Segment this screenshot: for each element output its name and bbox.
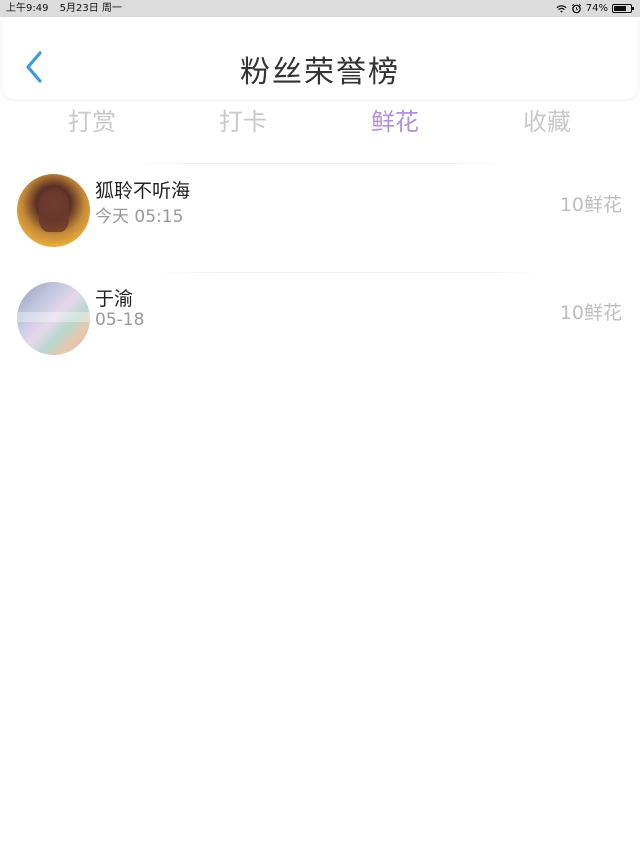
status-right: 74% xyxy=(556,0,634,17)
alarm-icon xyxy=(571,3,581,14)
fan-name: 狐聆不听海 xyxy=(95,180,191,202)
avatar xyxy=(17,282,90,355)
status-left: 上午9:49 5月23日 周一 xyxy=(6,0,130,17)
wifi-icon xyxy=(556,5,567,13)
fan-time: 05-18 xyxy=(95,310,145,330)
tab-flowers[interactable]: 鲜花 xyxy=(355,104,435,140)
page-title: 粉丝荣誉榜 xyxy=(240,55,400,90)
tab-bar: 打赏 打卡 鲜花 收藏 xyxy=(0,104,640,144)
battery-icon xyxy=(612,4,634,13)
fan-amount: 10鲜花 xyxy=(559,302,622,324)
status-bar: 上午9:49 5月23日 周一 74% xyxy=(0,0,640,17)
fan-name: 于渝 xyxy=(95,288,134,310)
fan-time: 今天 05:15 xyxy=(95,207,184,227)
status-date: 5月23日 周一 xyxy=(59,3,122,14)
fan-list-item[interactable]: 狐聆不听海 今天 05:15 10鲜花 xyxy=(0,164,640,264)
avatar-shine xyxy=(17,312,90,322)
tab-reward[interactable]: 打赏 xyxy=(52,104,132,140)
status-time: 上午9:49 xyxy=(6,3,49,14)
battery-fill xyxy=(614,6,626,11)
avatar xyxy=(17,174,90,247)
battery-percent: 74% xyxy=(585,3,608,14)
fan-list-item[interactable]: 于渝 05-18 10鲜花 xyxy=(0,272,640,372)
tab-checkin[interactable]: 打卡 xyxy=(203,104,283,140)
header: 粉丝荣誉榜 xyxy=(2,17,638,99)
tab-favorites[interactable]: 收藏 xyxy=(507,104,587,140)
avatar-figure xyxy=(39,190,69,232)
fan-amount: 10鲜花 xyxy=(559,194,622,216)
